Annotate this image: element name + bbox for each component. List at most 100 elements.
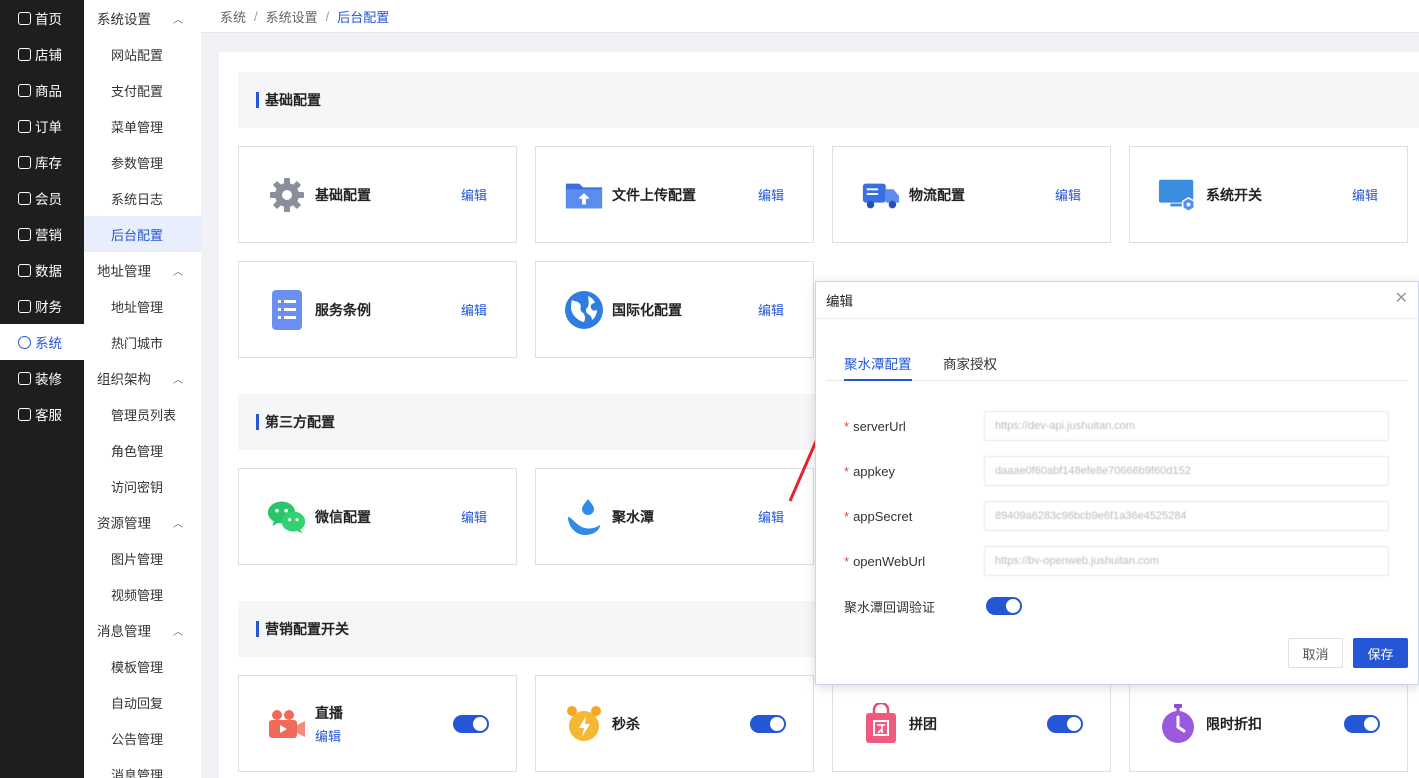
- chevron-up-icon: ︿: [173, 266, 183, 278]
- finance-icon: [18, 299, 31, 313]
- edit-link[interactable]: 编辑: [1352, 185, 1378, 204]
- nav1-order[interactable]: 订单: [0, 108, 84, 144]
- nav1-system[interactable]: 系统: [0, 324, 84, 360]
- openweburl-input[interactable]: https://bv-openweb.jushuitan.com: [984, 546, 1389, 576]
- menu-menu-manage[interactable]: 菜单管理: [84, 108, 201, 144]
- chevron-up-icon: ︿: [173, 626, 183, 638]
- card-i18n-config: 国际化配置 编辑: [535, 261, 814, 358]
- field-row-appsecret: * appSecret: [844, 508, 913, 524]
- data-icon: [18, 263, 31, 277]
- gear-icon: [18, 335, 31, 349]
- card-title: 系统开关: [1206, 186, 1262, 203]
- menu-template-manage[interactable]: 模板管理: [84, 648, 201, 684]
- truck-icon: [861, 175, 901, 215]
- group-org[interactable]: 组织架构 ︿: [84, 360, 201, 396]
- breadcrumb-settings[interactable]: 系统设置: [266, 7, 318, 26]
- inventory-icon: [18, 155, 31, 169]
- card-basic-config: 基础配置 编辑: [238, 146, 517, 243]
- menu-access-key[interactable]: 访问密钥: [84, 468, 201, 504]
- nav1-goods[interactable]: 商品: [0, 72, 84, 108]
- nav1-marketing[interactable]: 营销: [0, 216, 84, 252]
- edit-link[interactable]: 编辑: [758, 185, 784, 204]
- menu-admin-list[interactable]: 管理员列表: [84, 396, 201, 432]
- edit-link[interactable]: 编辑: [315, 726, 343, 745]
- edit-link[interactable]: 编辑: [461, 507, 487, 526]
- video-camera-icon: [267, 704, 307, 744]
- seckill-toggle[interactable]: [750, 714, 786, 733]
- appsecret-input[interactable]: 89409a6283c96bcb9e6f1a36e4525284: [984, 501, 1389, 531]
- menu-pay-config[interactable]: 支付配置: [84, 72, 201, 108]
- primary-sidebar: 首页 店铺 商品 订单 库存 会员 营销 数据 财务 系统 装修 客服: [0, 0, 84, 778]
- nav1-finance[interactable]: 财务: [0, 288, 84, 324]
- menu-system-log[interactable]: 系统日志: [84, 180, 201, 216]
- cancel-button[interactable]: 取消: [1288, 638, 1343, 668]
- field-row-appkey: * appkey: [844, 463, 895, 479]
- home-icon: [18, 11, 31, 25]
- edit-link[interactable]: 编辑: [1055, 185, 1081, 204]
- card-terms: 服务条例 编辑: [238, 261, 517, 358]
- live-toggle[interactable]: [453, 714, 489, 733]
- edit-link[interactable]: 编辑: [758, 507, 784, 526]
- nav1-inventory[interactable]: 库存: [0, 144, 84, 180]
- edit-link[interactable]: 编辑: [758, 300, 784, 319]
- card-live: 直播 编辑: [238, 675, 517, 772]
- save-button[interactable]: 保存: [1353, 638, 1408, 668]
- menu-notice-manage[interactable]: 公告管理: [84, 720, 201, 756]
- menu-auto-reply[interactable]: 自动回复: [84, 684, 201, 720]
- secondary-sidebar: 系统设置 ︿ 网站配置 支付配置 菜单管理 参数管理 系统日志 后台配置 地址管理…: [84, 0, 201, 778]
- tab-merchant-auth[interactable]: 商家授权: [943, 353, 997, 381]
- menu-backend-config[interactable]: 后台配置: [84, 216, 201, 252]
- limited-discount-toggle[interactable]: [1344, 714, 1380, 733]
- menu-address-manage[interactable]: 地址管理: [84, 288, 201, 324]
- serverurl-input[interactable]: https://dev-api.jushuitan.com: [984, 411, 1389, 441]
- nav1-store[interactable]: 店铺: [0, 36, 84, 72]
- app: 首页 店铺 商品 订单 库存 会员 营销 数据 财务 系统 装修 客服 系统设置…: [0, 0, 1419, 778]
- menu-role-manage[interactable]: 角色管理: [84, 432, 201, 468]
- shopping-bag-icon: [861, 702, 901, 744]
- card-title: 基础配置: [315, 186, 371, 203]
- nav1-data[interactable]: 数据: [0, 252, 84, 288]
- group-message[interactable]: 消息管理 ︿: [84, 612, 201, 648]
- breadcrumb-system[interactable]: 系统: [220, 7, 246, 26]
- goods-icon: [18, 83, 31, 97]
- field-row-openweburl: * openWebUrl: [844, 553, 926, 569]
- appkey-input[interactable]: daaae0f60abf148efe8e70666b9f60d152: [984, 456, 1389, 486]
- menu-hot-city[interactable]: 热门城市: [84, 324, 201, 360]
- group-resource[interactable]: 资源管理 ︿: [84, 504, 201, 540]
- menu-param-manage[interactable]: 参数管理: [84, 144, 201, 180]
- card-seckill: 秒杀: [535, 675, 814, 772]
- card-title: 限时折扣: [1206, 715, 1262, 732]
- menu-message-manage[interactable]: 消息管理: [84, 756, 201, 778]
- breadcrumb: 系统 / 系统设置 / 后台配置: [201, 0, 1419, 33]
- menu-image-manage[interactable]: 图片管理: [84, 540, 201, 576]
- dialog-tabs: 聚水潭配置 商家授权: [826, 344, 1408, 381]
- card-title: 文件上传配置: [612, 186, 696, 203]
- chevron-up-icon: ︿: [173, 374, 183, 386]
- nav1-decorate[interactable]: 装修: [0, 360, 84, 396]
- chevron-up-icon: ︿: [173, 14, 183, 26]
- menu-video-manage[interactable]: 视频管理: [84, 576, 201, 612]
- chevron-up-icon: ︿: [173, 518, 183, 530]
- edit-link[interactable]: 编辑: [461, 185, 487, 204]
- close-icon[interactable]: ✕: [1395, 288, 1408, 308]
- wechat-icon: [267, 497, 307, 537]
- nav1-service[interactable]: 客服: [0, 396, 84, 432]
- card-logistics-config: 物流配置 编辑: [832, 146, 1111, 243]
- card-limited-discount: 限时折扣: [1129, 675, 1408, 772]
- group-buy-toggle[interactable]: [1047, 714, 1083, 733]
- section-basic-title: 基础配置: [238, 72, 1419, 128]
- globe-icon: [564, 290, 604, 330]
- dialog-title: 编辑: [816, 282, 1418, 319]
- group-system-settings[interactable]: 系统设置 ︿: [84, 0, 201, 36]
- folder-upload-icon: [564, 175, 604, 215]
- nav1-member[interactable]: 会员: [0, 180, 84, 216]
- group-address[interactable]: 地址管理 ︿: [84, 252, 201, 288]
- callback-verify-toggle[interactable]: [986, 597, 1022, 615]
- tab-jushuitan-config[interactable]: 聚水潭配置: [844, 353, 912, 381]
- card-title: 秒杀: [612, 715, 640, 732]
- nav1-home[interactable]: 首页: [0, 0, 84, 36]
- alarm-clock-icon: [564, 704, 604, 744]
- document-list-icon: [267, 289, 307, 330]
- edit-link[interactable]: 编辑: [461, 300, 487, 319]
- menu-site-config[interactable]: 网站配置: [84, 36, 201, 72]
